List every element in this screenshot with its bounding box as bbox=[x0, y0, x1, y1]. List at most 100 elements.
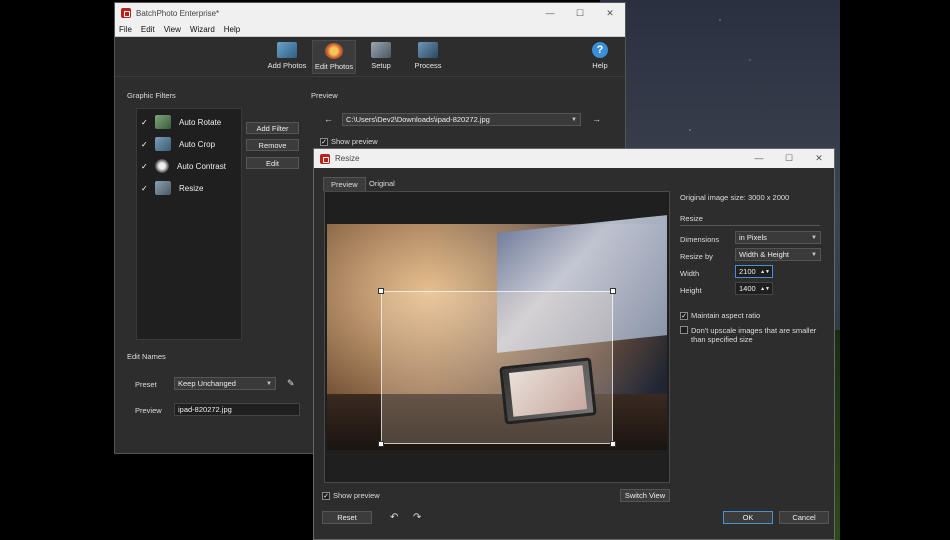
remove-filter-button[interactable]: Remove bbox=[246, 139, 299, 151]
process-button[interactable]: Process bbox=[406, 40, 450, 74]
pencil-icon[interactable]: ✎ bbox=[287, 378, 295, 389]
show-preview-label: Show preview bbox=[331, 137, 378, 146]
checkbox-icon[interactable] bbox=[680, 326, 688, 334]
check-icon[interactable]: ✓ bbox=[141, 140, 149, 149]
edit-names-title: Edit Names bbox=[127, 352, 166, 361]
preview-path-select[interactable]: C:\Users\Dev2\Downloads\ipad-820272.jpg … bbox=[342, 113, 581, 126]
dimensions-select[interactable]: in Pixels ▼ bbox=[735, 231, 821, 244]
forward-arrow-icon[interactable]: → bbox=[592, 114, 601, 124]
app-icon bbox=[320, 153, 330, 164]
menu-wizard[interactable]: Wizard bbox=[190, 25, 215, 34]
filter-item-auto-rotate[interactable]: ✓ Auto Rotate bbox=[137, 111, 241, 133]
cancel-button[interactable]: Cancel bbox=[779, 511, 829, 524]
crop-handle-top-left[interactable] bbox=[378, 288, 384, 294]
edit-photos-button[interactable]: Edit Photos bbox=[312, 40, 356, 74]
auto-rotate-icon bbox=[155, 115, 171, 129]
minimize-button[interactable]: — bbox=[744, 153, 774, 164]
check-icon[interactable]: ✓ bbox=[141, 184, 149, 193]
checkbox-icon[interactable]: ✓ bbox=[680, 312, 688, 321]
ok-button[interactable]: OK bbox=[723, 511, 773, 524]
no-upscale-checkbox[interactable]: Don't upscale images that are smaller th… bbox=[680, 326, 820, 344]
show-preview-checkbox[interactable]: ✓ Show preview bbox=[322, 491, 380, 501]
maintain-aspect-label: Maintain aspect ratio bbox=[691, 311, 761, 320]
filter-label: Resize bbox=[179, 183, 204, 193]
setup-icon bbox=[371, 42, 391, 58]
filter-label: Auto Crop bbox=[179, 139, 216, 149]
crop-handle-bottom-left[interactable] bbox=[378, 441, 384, 447]
menubar: File Edit View Wizard Help bbox=[115, 23, 625, 37]
filter-item-resize[interactable]: ✓ Resize bbox=[137, 177, 241, 199]
filter-item-auto-crop[interactable]: ✓ Auto Crop bbox=[137, 133, 241, 155]
no-upscale-label: Don't upscale images that are smaller th… bbox=[691, 326, 817, 344]
main-titlebar[interactable]: BatchPhoto Enterprise* — ☐ ✕ bbox=[115, 3, 625, 23]
close-button[interactable]: ✕ bbox=[804, 153, 834, 164]
undo-icon[interactable]: ↶ bbox=[390, 512, 398, 523]
menu-view[interactable]: View bbox=[164, 25, 181, 34]
checkbox-icon[interactable]: ✓ bbox=[320, 138, 328, 147]
preset-label: Preset bbox=[135, 380, 157, 389]
preset-value: Keep Unchanged bbox=[178, 379, 236, 388]
main-window-title: BatchPhoto Enterprise* bbox=[136, 8, 220, 18]
edit-photos-label: Edit Photos bbox=[314, 62, 354, 71]
height-value: 1400 bbox=[739, 284, 756, 293]
menu-edit[interactable]: Edit bbox=[141, 25, 155, 34]
help-button[interactable]: ? Help bbox=[578, 40, 622, 74]
process-label: Process bbox=[414, 61, 442, 70]
help-label: Help bbox=[592, 61, 608, 70]
minimize-button[interactable]: — bbox=[535, 8, 565, 19]
crop-handle-top-right[interactable] bbox=[610, 288, 616, 294]
filters-list: ✓ Auto Rotate ✓ Auto Crop ✓ Auto Contras… bbox=[136, 108, 242, 340]
redo-icon[interactable]: ↷ bbox=[413, 512, 421, 523]
tab-preview[interactable]: Preview bbox=[323, 177, 366, 191]
show-preview-checkbox[interactable]: ✓ Show preview bbox=[320, 137, 378, 147]
filter-item-auto-contrast[interactable]: ✓ Auto Contrast bbox=[137, 155, 241, 177]
resize-by-value: Width & Height bbox=[739, 250, 790, 259]
image-preview-area bbox=[324, 191, 670, 483]
reset-button[interactable]: Reset bbox=[322, 511, 372, 524]
check-icon[interactable]: ✓ bbox=[141, 162, 149, 171]
back-arrow-icon[interactable]: ← bbox=[324, 114, 333, 124]
dimensions-label: Dimensions bbox=[680, 235, 720, 244]
maintain-aspect-checkbox[interactable]: ✓ Maintain aspect ratio bbox=[680, 311, 761, 321]
resize-by-select[interactable]: Width & Height ▼ bbox=[735, 248, 821, 261]
original-size-text: Original image size: 3000 x 2000 bbox=[680, 193, 790, 202]
menu-help[interactable]: Help bbox=[224, 25, 240, 34]
edit-photos-icon bbox=[325, 43, 343, 59]
menu-file[interactable]: File bbox=[119, 25, 132, 34]
process-icon bbox=[418, 42, 438, 58]
close-button[interactable]: ✕ bbox=[595, 8, 625, 19]
preview-photo bbox=[327, 215, 667, 450]
crop-selection[interactable] bbox=[381, 291, 613, 444]
show-preview-label: Show preview bbox=[333, 491, 380, 500]
auto-contrast-icon bbox=[155, 159, 169, 173]
width-value: 2100 bbox=[739, 267, 756, 276]
height-input[interactable]: 1400 ▲▼ bbox=[735, 282, 773, 295]
add-filter-button[interactable]: Add Filter bbox=[246, 122, 299, 134]
maximize-button[interactable]: ☐ bbox=[565, 8, 595, 19]
spinner-icon[interactable]: ▲▼ bbox=[760, 269, 770, 275]
edit-filter-button[interactable]: Edit bbox=[246, 157, 299, 169]
setup-button[interactable]: Setup bbox=[359, 40, 403, 74]
resize-dialog: Resize — ☐ ✕ Preview Original Original i… bbox=[313, 148, 835, 540]
crop-handle-bottom-right[interactable] bbox=[610, 441, 616, 447]
auto-crop-icon bbox=[155, 137, 171, 151]
height-label: Height bbox=[680, 286, 702, 295]
filter-label: Auto Contrast bbox=[177, 161, 226, 171]
divider bbox=[680, 225, 820, 226]
dimensions-value: in Pixels bbox=[739, 233, 767, 242]
add-photos-button[interactable]: Add Photos bbox=[265, 40, 309, 74]
tab-original[interactable]: Original bbox=[362, 177, 402, 191]
tablet-screen bbox=[508, 365, 588, 417]
preset-select[interactable]: Keep Unchanged ▼ bbox=[174, 377, 276, 390]
switch-view-button[interactable]: Switch View bbox=[620, 489, 670, 502]
maximize-button[interactable]: ☐ bbox=[774, 153, 804, 164]
setup-label: Setup bbox=[371, 61, 391, 70]
resize-titlebar[interactable]: Resize — ☐ ✕ bbox=[314, 149, 834, 168]
preview-title: Preview bbox=[311, 91, 338, 100]
spinner-icon[interactable]: ▲▼ bbox=[760, 286, 770, 292]
name-preview-label: Preview bbox=[135, 406, 162, 415]
width-input[interactable]: 2100 ▲▼ bbox=[735, 265, 773, 278]
check-icon[interactable]: ✓ bbox=[141, 118, 149, 127]
checkbox-icon[interactable]: ✓ bbox=[322, 492, 330, 501]
resize-icon bbox=[155, 181, 171, 195]
